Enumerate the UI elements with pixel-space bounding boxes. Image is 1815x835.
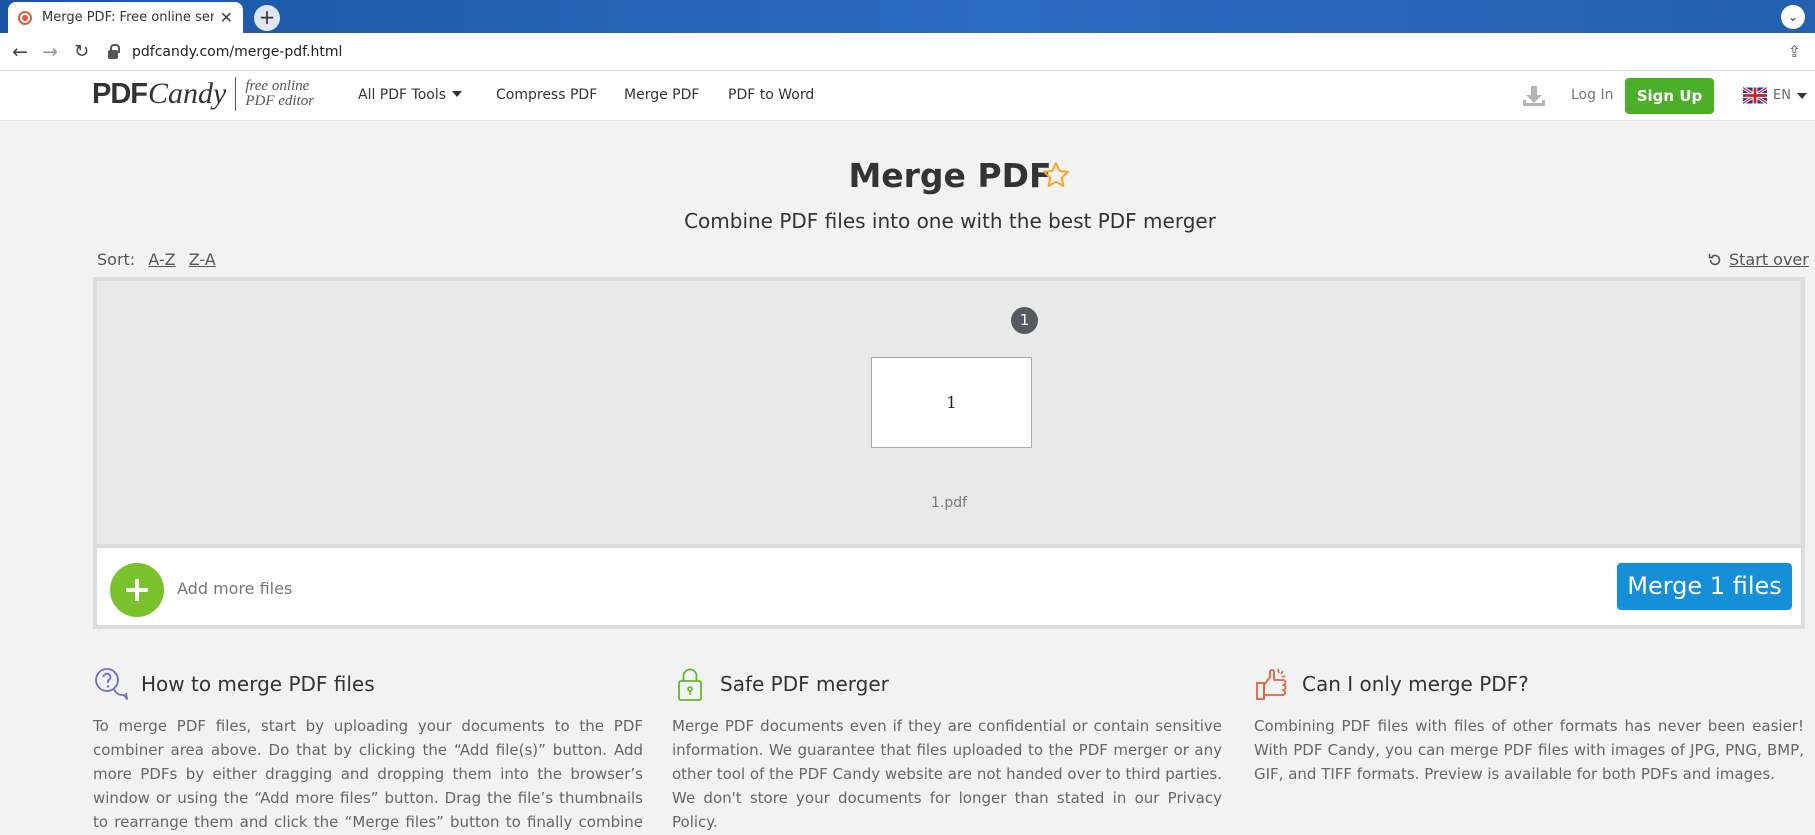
question-bubble-icon (95, 668, 128, 700)
browser-tab-strip: Merge PDF: Free online service ✕ + ⌄ (0, 0, 1815, 33)
info-only-pdf: Can I only merge PDF? Combining PDF file… (1254, 664, 1804, 786)
share-icon[interactable]: ⇪ (1788, 42, 1801, 61)
info-only-pdf-text: Combining PDF files with files of other … (1254, 717, 1804, 783)
lock-icon (108, 43, 120, 59)
restart-icon (1708, 253, 1721, 265)
tab-search-chevron-icon[interactable]: ⌄ (1781, 5, 1805, 29)
browser-tab[interactable]: Merge PDF: Free online service ✕ (8, 2, 243, 33)
logo-tagline-line-1: free online (245, 78, 310, 94)
sort-controls: Sort: A-Z Z-A (97, 250, 216, 269)
login-link[interactable]: Log In (1571, 87, 1613, 103)
thumbs-up-icon (1256, 668, 1287, 700)
page-subtitle: Combine PDF files into one with the best… (684, 209, 1216, 233)
sort-za-link[interactable]: Z-A (189, 250, 216, 269)
info-safe-merger-title: Safe PDF merger (720, 672, 889, 696)
menu-all-pdf-tools[interactable]: All PDF Tools (358, 87, 463, 103)
language-label: EN (1773, 88, 1791, 103)
page-title: Merge PDF (848, 156, 1052, 195)
file-thumbnail[interactable]: 1 (871, 357, 1032, 448)
pdfcandy-favicon-icon (18, 10, 32, 25)
back-arrow-icon[interactable]: ← (12, 41, 28, 63)
file-name: 1.pdf (930, 495, 968, 511)
menu-all-pdf-tools-label: All PDF Tools (358, 87, 447, 103)
signup-button[interactable]: Sign Up (1625, 78, 1714, 114)
caret-down-icon (452, 91, 463, 97)
caret-down-icon (1796, 92, 1807, 99)
logo-tagline: free online PDF editor (245, 79, 314, 109)
start-over-link[interactable]: Start over (1707, 250, 1809, 269)
download-icon[interactable] (1521, 83, 1547, 109)
url-field[interactable]: pdfcandy.com/merge-pdf.html (108, 38, 1795, 66)
sort-label: Sort: (97, 250, 136, 269)
info-only-pdf-title: Can I only merge PDF? (1302, 672, 1529, 696)
forward-arrow-icon[interactable]: → (42, 41, 58, 63)
logo-tagline-line-2: PDF editor (245, 93, 315, 109)
logo-candy-text: Candy (148, 77, 227, 110)
workspace-action-bar: Add more files Merge 1 files (97, 544, 1801, 625)
info-safe-merger: Safe PDF merger Merge PDF documents even… (672, 664, 1222, 834)
uk-flag-icon (1743, 87, 1767, 104)
menu-compress-pdf[interactable]: Compress PDF (496, 87, 597, 103)
add-more-files-button[interactable] (110, 563, 164, 617)
file-order-badge: 1 (1011, 307, 1038, 334)
reload-icon[interactable]: ↻ (74, 41, 89, 62)
new-tab-button[interactable]: + (254, 5, 280, 31)
merge-files-button[interactable]: Merge 1 files (1617, 563, 1792, 610)
info-how-to-merge: How to merge PDF files To merge PDF file… (93, 664, 643, 835)
logo-pdf-text: PDF (92, 77, 148, 110)
logo-divider (235, 77, 237, 111)
browser-address-bar: ← → ↻ pdfcandy.com/merge-pdf.html ⇪ (0, 33, 1815, 71)
info-safe-merger-text: Merge PDF documents even if they are con… (672, 717, 1222, 831)
pdfcandy-logo[interactable]: PDF Candy free online PDF editor (92, 77, 314, 111)
merge-workspace[interactable]: 1 1 1.pdf Add more files Merge 1 files (93, 277, 1805, 629)
sort-az-link[interactable]: A-Z (148, 250, 175, 269)
menu-pdf-to-word[interactable]: PDF to Word (728, 87, 814, 103)
tab-close-icon[interactable]: ✕ (220, 8, 233, 27)
padlock-icon (678, 668, 702, 701)
site-header: PDF Candy free online PDF editor All PDF… (0, 71, 1815, 121)
tab-title: Merge PDF: Free online service (42, 10, 214, 25)
start-over-label: Start over (1729, 250, 1809, 269)
url-text: pdfcandy.com/merge-pdf.html (132, 44, 343, 60)
favorite-star-icon[interactable] (1041, 160, 1071, 190)
language-selector[interactable]: EN (1743, 87, 1807, 104)
add-more-files-label[interactable]: Add more files (177, 579, 292, 598)
info-how-to-merge-title: How to merge PDF files (141, 672, 375, 696)
info-how-to-merge-text: To merge PDF files, start by uploading y… (93, 717, 643, 831)
menu-merge-pdf[interactable]: Merge PDF (624, 87, 699, 103)
